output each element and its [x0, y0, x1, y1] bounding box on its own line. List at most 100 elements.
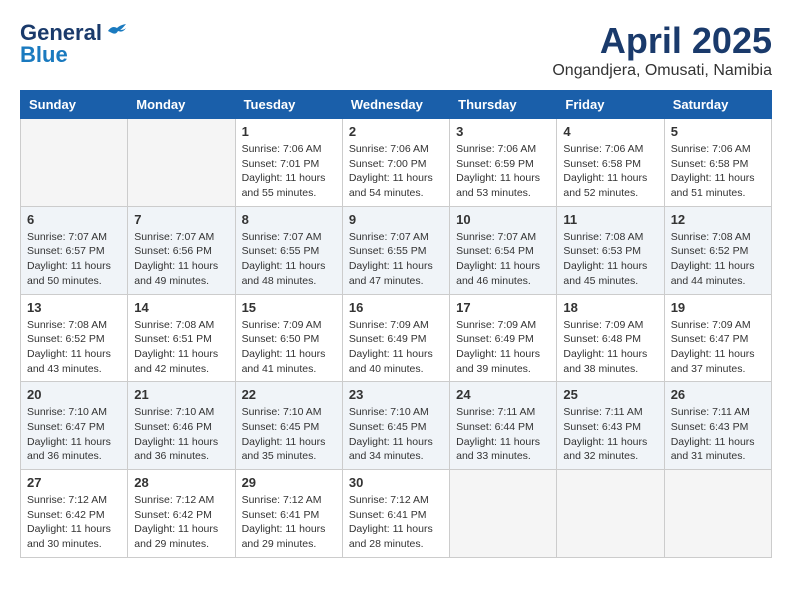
day-number: 22 [242, 387, 336, 402]
day-info: Sunrise: 7:09 AMSunset: 6:49 PMDaylight:… [456, 318, 550, 377]
day-info: Sunrise: 7:07 AMSunset: 6:57 PMDaylight:… [27, 230, 121, 289]
calendar-cell: 8Sunrise: 7:07 AMSunset: 6:55 PMDaylight… [235, 206, 342, 294]
day-number: 14 [134, 300, 228, 315]
day-number: 12 [671, 212, 765, 227]
logo-bird-icon [106, 23, 128, 39]
day-number: 11 [563, 212, 657, 227]
calendar-week-row: 6 Sunrise: 7:07 AMSunset: 6:57 PMDaylight… [21, 206, 772, 294]
title-area: April 2025 Ongandjera, Omusati, Namibia [552, 20, 772, 80]
day-number: 2 [349, 124, 443, 139]
day-info: Sunrise: 7:06 AMSunset: 7:01 PMDaylight:… [242, 142, 336, 201]
calendar-cell: 10Sunrise: 7:07 AMSunset: 6:54 PMDayligh… [450, 206, 557, 294]
calendar-cell: 4 Sunrise: 7:06 AMSunset: 6:58 PMDaylight… [557, 119, 664, 207]
calendar-cell: 30 Sunrise: 7:12 AMSunset: 6:41 PMDayligh… [342, 470, 449, 558]
calendar-cell: 21 Sunrise: 7:10 AMSunset: 6:46 PMDayligh… [128, 382, 235, 470]
day-number: 16 [349, 300, 443, 315]
day-number: 19 [671, 300, 765, 315]
calendar-cell: 20 Sunrise: 7:10 AMSunset: 6:47 PMDayligh… [21, 382, 128, 470]
day-number: 18 [563, 300, 657, 315]
calendar-cell: 1 Sunrise: 7:06 AMSunset: 7:01 PMDaylight… [235, 119, 342, 207]
calendar-cell: 12 Sunrise: 7:08 AMSunset: 6:52 PMDayligh… [664, 206, 771, 294]
day-number: 1 [242, 124, 336, 139]
month-title: April 2025 [552, 20, 772, 62]
weekday-header-sunday: Sunday [21, 91, 128, 119]
calendar-cell [557, 470, 664, 558]
day-info: Sunrise: 7:11 AMSunset: 6:44 PMDaylight:… [456, 405, 550, 464]
calendar-cell [664, 470, 771, 558]
calendar-cell: 24 Sunrise: 7:11 AMSunset: 6:44 PMDayligh… [450, 382, 557, 470]
day-number: 20 [27, 387, 121, 402]
day-info: Sunrise: 7:07 AMSunset: 6:54 PMDaylight:… [456, 230, 550, 289]
weekday-header-thursday: Thursday [450, 91, 557, 119]
logo-blue: Blue [20, 42, 68, 68]
calendar-week-row: 20 Sunrise: 7:10 AMSunset: 6:47 PMDayligh… [21, 382, 772, 470]
calendar-cell: 23Sunrise: 7:10 AMSunset: 6:45 PMDayligh… [342, 382, 449, 470]
weekday-header-monday: Monday [128, 91, 235, 119]
calendar-cell: 11 Sunrise: 7:08 AMSunset: 6:53 PMDayligh… [557, 206, 664, 294]
calendar-cell: 5 Sunrise: 7:06 AMSunset: 6:58 PMDaylight… [664, 119, 771, 207]
day-info: Sunrise: 7:07 AMSunset: 6:56 PMDaylight:… [134, 230, 228, 289]
weekday-header-saturday: Saturday [664, 91, 771, 119]
calendar-cell: 14Sunrise: 7:08 AMSunset: 6:51 PMDayligh… [128, 294, 235, 382]
day-number: 27 [27, 475, 121, 490]
calendar-cell: 29 Sunrise: 7:12 AMSunset: 6:41 PMDayligh… [235, 470, 342, 558]
day-info: Sunrise: 7:12 AMSunset: 6:41 PMDaylight:… [349, 493, 443, 552]
location-title: Ongandjera, Omusati, Namibia [552, 62, 772, 80]
day-info: Sunrise: 7:09 AMSunset: 6:47 PMDaylight:… [671, 318, 765, 377]
calendar-cell: 17Sunrise: 7:09 AMSunset: 6:49 PMDayligh… [450, 294, 557, 382]
day-info: Sunrise: 7:11 AMSunset: 6:43 PMDaylight:… [671, 405, 765, 464]
calendar-cell: 19 Sunrise: 7:09 AMSunset: 6:47 PMDayligh… [664, 294, 771, 382]
calendar-week-row: 1 Sunrise: 7:06 AMSunset: 7:01 PMDaylight… [21, 119, 772, 207]
day-info: Sunrise: 7:08 AMSunset: 6:52 PMDaylight:… [27, 318, 121, 377]
day-info: Sunrise: 7:08 AMSunset: 6:52 PMDaylight:… [671, 230, 765, 289]
day-number: 4 [563, 124, 657, 139]
day-info: Sunrise: 7:09 AMSunset: 6:48 PMDaylight:… [563, 318, 657, 377]
weekday-header-wednesday: Wednesday [342, 91, 449, 119]
day-info: Sunrise: 7:09 AMSunset: 6:49 PMDaylight:… [349, 318, 443, 377]
calendar-cell: 3Sunrise: 7:06 AMSunset: 6:59 PMDaylight… [450, 119, 557, 207]
day-number: 9 [349, 212, 443, 227]
day-info: Sunrise: 7:12 AMSunset: 6:41 PMDaylight:… [242, 493, 336, 552]
day-number: 25 [563, 387, 657, 402]
calendar-table: SundayMondayTuesdayWednesdayThursdayFrid… [20, 90, 772, 558]
calendar-cell: 25 Sunrise: 7:11 AMSunset: 6:43 PMDayligh… [557, 382, 664, 470]
calendar-cell: 6 Sunrise: 7:07 AMSunset: 6:57 PMDaylight… [21, 206, 128, 294]
calendar-week-row: 27 Sunrise: 7:12 AMSunset: 6:42 PMDayligh… [21, 470, 772, 558]
calendar-cell: 22 Sunrise: 7:10 AMSunset: 6:45 PMDayligh… [235, 382, 342, 470]
day-number: 24 [456, 387, 550, 402]
day-number: 15 [242, 300, 336, 315]
calendar-cell [450, 470, 557, 558]
weekday-header-row: SundayMondayTuesdayWednesdayThursdayFrid… [21, 91, 772, 119]
day-number: 30 [349, 475, 443, 490]
calendar-cell: 2Sunrise: 7:06 AMSunset: 7:00 PMDaylight… [342, 119, 449, 207]
day-info: Sunrise: 7:06 AMSunset: 6:59 PMDaylight:… [456, 142, 550, 201]
calendar-cell: 15 Sunrise: 7:09 AMSunset: 6:50 PMDayligh… [235, 294, 342, 382]
day-number: 7 [134, 212, 228, 227]
header: General Blue April 2025 Ongandjera, Omus… [20, 20, 772, 80]
day-number: 6 [27, 212, 121, 227]
day-info: Sunrise: 7:08 AMSunset: 6:53 PMDaylight:… [563, 230, 657, 289]
day-number: 29 [242, 475, 336, 490]
weekday-header-tuesday: Tuesday [235, 91, 342, 119]
day-info: Sunrise: 7:12 AMSunset: 6:42 PMDaylight:… [27, 493, 121, 552]
day-info: Sunrise: 7:09 AMSunset: 6:50 PMDaylight:… [242, 318, 336, 377]
day-number: 5 [671, 124, 765, 139]
day-number: 28 [134, 475, 228, 490]
day-info: Sunrise: 7:06 AMSunset: 6:58 PMDaylight:… [563, 142, 657, 201]
day-info: Sunrise: 7:10 AMSunset: 6:45 PMDaylight:… [349, 405, 443, 464]
calendar-cell: 27 Sunrise: 7:12 AMSunset: 6:42 PMDayligh… [21, 470, 128, 558]
calendar-cell [128, 119, 235, 207]
day-info: Sunrise: 7:10 AMSunset: 6:47 PMDaylight:… [27, 405, 121, 464]
day-info: Sunrise: 7:07 AMSunset: 6:55 PMDaylight:… [349, 230, 443, 289]
day-info: Sunrise: 7:10 AMSunset: 6:46 PMDaylight:… [134, 405, 228, 464]
day-info: Sunrise: 7:10 AMSunset: 6:45 PMDaylight:… [242, 405, 336, 464]
calendar-cell: 16 Sunrise: 7:09 AMSunset: 6:49 PMDayligh… [342, 294, 449, 382]
day-number: 13 [27, 300, 121, 315]
logo: General Blue [20, 20, 128, 68]
day-number: 26 [671, 387, 765, 402]
day-info: Sunrise: 7:12 AMSunset: 6:42 PMDaylight:… [134, 493, 228, 552]
day-info: Sunrise: 7:11 AMSunset: 6:43 PMDaylight:… [563, 405, 657, 464]
calendar-cell: 18 Sunrise: 7:09 AMSunset: 6:48 PMDayligh… [557, 294, 664, 382]
day-number: 21 [134, 387, 228, 402]
day-info: Sunrise: 7:06 AMSunset: 6:58 PMDaylight:… [671, 142, 765, 201]
